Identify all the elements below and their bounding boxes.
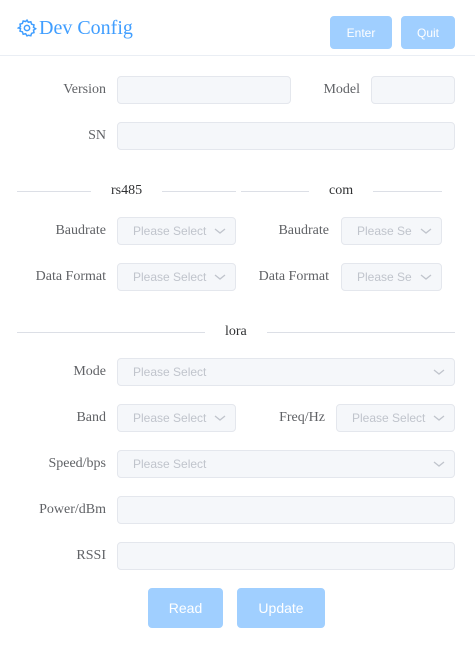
com-format-select[interactable]: Please Se (341, 263, 442, 291)
chevron-down-icon (433, 413, 445, 423)
rs485-section-title: rs485 (91, 182, 163, 200)
rs485-format-label: Data Format (35, 269, 106, 284)
page-title: Dev Config (16, 14, 133, 42)
model-label: Model (323, 82, 360, 97)
speed-placeholder: Please Select (133, 457, 207, 471)
quit-button[interactable]: Quit (401, 16, 455, 49)
chevron-down-icon (433, 367, 445, 377)
chevron-down-icon (433, 459, 445, 469)
chevron-down-icon (420, 272, 432, 282)
read-button[interactable]: Read (148, 588, 223, 628)
rs485-baudrate-select[interactable]: Please Select (117, 217, 236, 245)
rs485-baudrate-label: Baudrate (55, 223, 106, 238)
chevron-down-icon (214, 272, 226, 282)
band-placeholder: Please Select (133, 411, 207, 425)
enter-button[interactable]: Enter (330, 16, 392, 49)
version-field[interactable] (117, 76, 291, 104)
mode-placeholder: Please Select (133, 365, 207, 379)
power-field[interactable] (117, 496, 455, 524)
freq-select[interactable]: Please Select (336, 404, 455, 432)
freq-placeholder: Please Select (352, 411, 426, 425)
speed-select[interactable]: Please Select (117, 450, 455, 478)
sn-field[interactable] (117, 122, 455, 150)
sn-label: SN (88, 128, 106, 143)
header-bar: Dev Config Enter Quit (0, 0, 475, 56)
rs485-format-placeholder: Please Select (133, 270, 207, 284)
band-label: Band (76, 410, 106, 425)
com-format-placeholder: Please Se (357, 270, 412, 284)
rssi-label: RSSI (76, 548, 106, 563)
com-section-title: com (309, 182, 374, 200)
chevron-down-icon (214, 226, 226, 236)
speed-label: Speed/bps (48, 456, 106, 471)
com-format-label: Data Format (258, 269, 329, 284)
rssi-field[interactable] (117, 542, 455, 570)
model-field[interactable] (371, 76, 455, 104)
update-button[interactable]: Update (237, 588, 325, 628)
com-baudrate-label: Baudrate (278, 223, 329, 238)
lora-section-title: lora (205, 323, 267, 341)
mode-label: Mode (73, 364, 106, 379)
band-select[interactable]: Please Select (117, 404, 236, 432)
com-baudrate-select[interactable]: Please Se (341, 217, 442, 245)
chevron-down-icon (420, 226, 432, 236)
title-text: Dev Config (39, 16, 133, 39)
rs485-baudrate-placeholder: Please Select (133, 224, 207, 238)
freq-label: Freq/Hz (279, 410, 325, 425)
chevron-down-icon (214, 413, 226, 423)
power-label: Power/dBm (39, 502, 106, 517)
version-label: Version (63, 82, 106, 97)
rs485-format-select[interactable]: Please Select (117, 263, 236, 291)
com-baudrate-placeholder: Please Se (357, 224, 412, 238)
mode-select[interactable]: Please Select (117, 358, 455, 386)
gear-icon (16, 18, 38, 38)
